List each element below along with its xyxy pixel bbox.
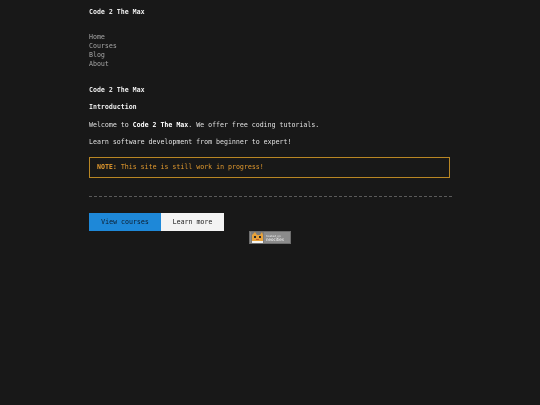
page-heading: Code 2 The Max [89, 86, 145, 94]
nav-item-home: Home [89, 33, 117, 42]
main-nav: Home Courses Blog About [89, 33, 117, 69]
badge-line-neocities: neocities [266, 236, 284, 242]
nav-item-about: About [89, 60, 117, 69]
intro-paragraph: Welcome to Code 2 The Max. We offer free… [89, 121, 319, 130]
neocities-cat-icon [251, 232, 264, 243]
notice-text: This site is still work in progress! [116, 163, 264, 171]
nav-link-courses[interactable]: Courses [89, 42, 117, 50]
notice-box: NOTE: This site is still work in progres… [89, 157, 450, 178]
nav-item-blog: Blog [89, 51, 117, 60]
notice-label: NOTE: [97, 163, 117, 171]
intro-site-name: Code 2 The Max [132, 121, 189, 129]
intro-text-after: . We offer free coding tutorials. [188, 121, 320, 129]
section-heading-introduction: Introduction [89, 103, 137, 111]
nav-item-courses: Courses [89, 42, 117, 51]
nav-link-home[interactable]: Home [89, 33, 105, 41]
intro-text-before: Welcome to [89, 121, 133, 129]
view-courses-button[interactable]: View courses [89, 213, 161, 231]
neocities-badge[interactable]: hosted on neocities [249, 231, 291, 244]
badge-text: hosted on neocities [266, 234, 284, 242]
site-title: Code 2 The Max [89, 8, 145, 16]
learn-more-button[interactable]: Learn more [161, 213, 224, 231]
tagline-paragraph: Learn software development from beginner… [89, 138, 292, 146]
dashed-divider [89, 196, 452, 197]
nav-link-blog[interactable]: Blog [89, 51, 105, 59]
nav-link-about[interactable]: About [89, 60, 109, 68]
